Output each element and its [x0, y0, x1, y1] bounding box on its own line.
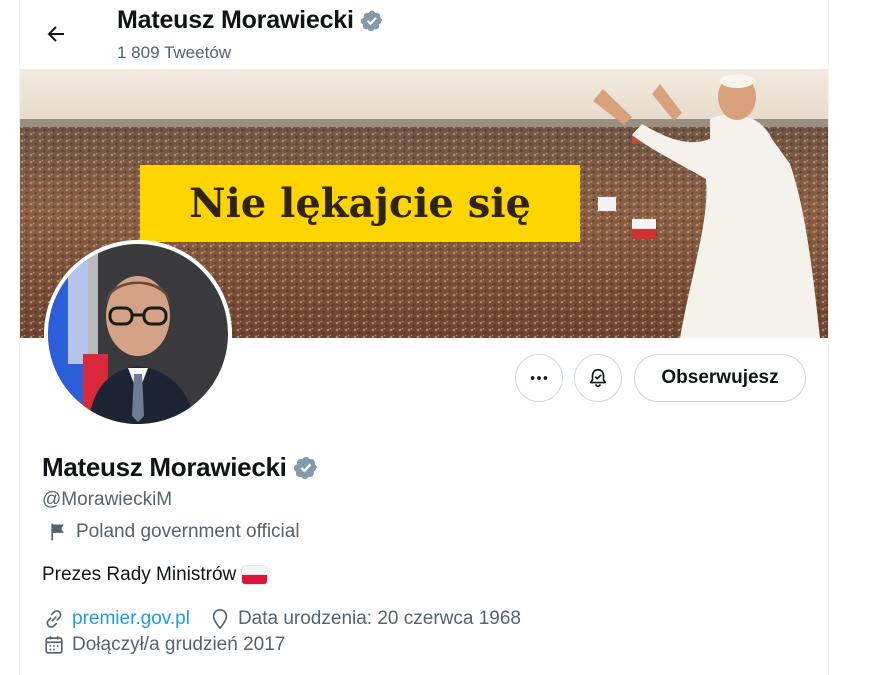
calendar-icon	[42, 633, 66, 657]
tweet-count: 1 809 Tweetów	[117, 43, 232, 62]
avatar-photo	[48, 244, 228, 424]
profile-handle: @MorawieckiM	[42, 489, 173, 510]
verified-badge-icon	[360, 10, 383, 31]
bio-text: Prezes Rady Ministrów	[42, 564, 237, 585]
flag-icon	[51, 523, 64, 541]
poland-flag-emoji	[242, 566, 268, 584]
notifications-button[interactable]	[574, 354, 622, 402]
more-icon	[530, 376, 548, 380]
profile-column: Mateusz Morawiecki 1 809 Tweetów Nie lęk…	[19, 0, 829, 675]
verified-badge-icon[interactable]	[293, 455, 319, 481]
back-button[interactable]	[40, 18, 72, 50]
profile-bio: Prezes Rady Ministrów	[42, 564, 268, 586]
website-link[interactable]: premier.gov.pl	[72, 608, 190, 630]
profile-name: Mateusz Morawiecki	[42, 452, 319, 483]
back-arrow-icon	[47, 26, 64, 42]
joined-text: Dołączył/a grudzień 2017	[72, 634, 286, 655]
birthday-text: Data urodzenia: 20 czerwca 1968	[237, 608, 521, 629]
profile-meta-row-2: Dołączył/a grudzień 2017	[42, 633, 285, 657]
banner-slogan: Nie lękajcie się	[189, 180, 531, 227]
profile-header-bar: Mateusz Morawiecki 1 809 Tweetów	[20, 0, 828, 69]
affiliation-text: Poland government official	[76, 521, 300, 542]
profile-meta-row-1: premier.gov.pl Data urodzenia: 20 czerwc…	[42, 607, 521, 631]
header-name: Mateusz Morawiecki	[117, 6, 384, 35]
header-name-text: Mateusz Morawiecki	[117, 6, 354, 34]
more-button[interactable]	[515, 354, 563, 402]
link-icon	[42, 607, 66, 631]
location-pin-icon	[208, 607, 232, 631]
following-button[interactable]: Obserwujesz	[634, 354, 806, 402]
profile-avatar[interactable]	[44, 240, 232, 428]
profile-name-text: Mateusz Morawiecki	[42, 452, 287, 482]
affiliation-label[interactable]: Poland government official	[48, 521, 300, 543]
bell-subscribed-icon	[589, 368, 607, 388]
